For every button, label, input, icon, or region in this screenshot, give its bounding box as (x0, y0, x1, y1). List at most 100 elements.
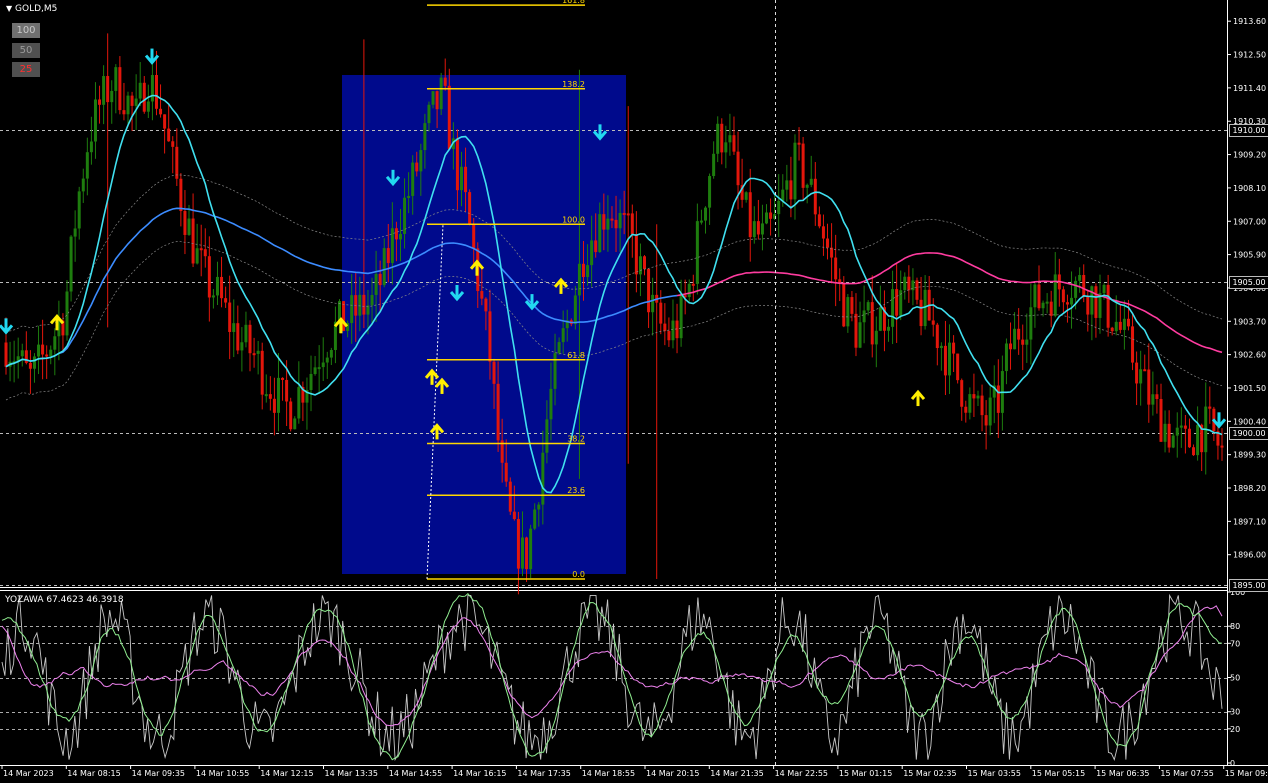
price-bar-body (203, 249, 207, 257)
price-bar-body (744, 192, 748, 200)
price-tick-label: 1913.60 (1233, 17, 1266, 26)
osc-tick-label: 70 (1230, 639, 1240, 648)
price-bar-body (712, 153, 716, 177)
price-bar-body (232, 323, 236, 332)
fib-label: 161.8 (562, 0, 585, 5)
price-bar-body (793, 142, 797, 200)
fibonacci-box[interactable] (342, 75, 626, 574)
price-bar-body (264, 394, 268, 397)
osc-tick-label: 50 (1230, 674, 1240, 683)
price-bar-body (769, 212, 773, 219)
price-bar-body (728, 135, 732, 143)
fib-label: 100.0 (562, 215, 585, 224)
price-bar-body (260, 350, 264, 395)
price-bar-body (687, 283, 691, 298)
price-bar-body (1139, 369, 1143, 384)
price-bar-body (297, 387, 301, 419)
price-bar-body (952, 342, 956, 354)
level-button-50[interactable]: 50 (12, 43, 40, 58)
price-bar-body (939, 345, 943, 349)
price-tick-label: 1908.10 (1233, 184, 1266, 193)
fib-label: 0.0 (572, 570, 585, 579)
price-bar-body (394, 228, 398, 240)
price-bar-body (537, 504, 541, 510)
price-bar-body (626, 213, 630, 216)
triangle-down-icon[interactable]: ▼ (6, 4, 12, 13)
price-bar-body (919, 299, 923, 327)
price-bar-body (122, 110, 126, 115)
price-bar-body (81, 178, 85, 192)
price-tick-label: 1900.40 (1233, 417, 1266, 426)
price-bar-body (224, 298, 228, 303)
price-bar-body (53, 336, 57, 350)
price-bar-body (834, 257, 838, 280)
symbol-title[interactable]: ▼ GOLD,M5 (6, 3, 57, 15)
price-bar-body (183, 211, 187, 235)
price-bar-body (671, 320, 675, 341)
price-bar-body (276, 377, 280, 413)
price-bar-body (972, 394, 976, 399)
price-bar-body (878, 307, 882, 331)
price-bar-body (866, 302, 870, 311)
level-button-25[interactable]: 25 (12, 62, 40, 77)
price-bar-body (69, 236, 73, 292)
fib-label: 23.6 (567, 486, 585, 495)
price-bar-body (459, 166, 463, 191)
price-bar-body (1131, 326, 1135, 363)
time-tick-label: 14 Mar 21:35 (710, 769, 763, 778)
price-bar-body (1163, 423, 1167, 442)
price-bar-body (102, 76, 106, 105)
chart-canvas[interactable]: 0.0 23.6 38.2 61.8 100.0 138.2 161.8 1913.60 19… (0, 0, 1268, 779)
price-bar-body (114, 67, 118, 91)
price-bar-body (191, 218, 195, 264)
price-bar-body (809, 178, 813, 185)
price-tick-label: 1912.50 (1233, 51, 1266, 60)
price-bar-body (813, 178, 817, 215)
price-bar-body (455, 138, 459, 191)
price-bar-body (785, 180, 789, 190)
price-bar-body (520, 537, 524, 569)
price-bar-body (781, 189, 785, 201)
price-bar-body (647, 268, 651, 313)
price-bar-body (1082, 274, 1086, 297)
price-bar-body (651, 294, 655, 313)
price-bar-body (134, 98, 138, 106)
price-bar-body (634, 234, 638, 275)
price-bar-body (1061, 289, 1065, 303)
price-bar-body (915, 280, 919, 300)
price-bar-body (378, 273, 382, 286)
price-bar-body (508, 481, 512, 512)
price-bar-body (663, 323, 667, 332)
osc-tick-label: 80 (1230, 622, 1240, 631)
price-bar-body (187, 218, 191, 235)
price-bar-body (606, 218, 610, 230)
price-bar-body (1118, 321, 1122, 330)
price-bar-body (659, 302, 663, 324)
fib-label: 38.2 (567, 434, 585, 443)
price-bar-body (411, 162, 415, 196)
time-tick-label: 15 Mar 02:35 (903, 769, 956, 778)
price-bar-body (240, 342, 244, 351)
level-button-100[interactable]: 100 (12, 23, 40, 38)
price-bar-body (817, 214, 821, 227)
time-tick-label: 15 Mar 09:15 (1225, 769, 1268, 778)
price-bar-body (195, 248, 199, 264)
price-bar-body (488, 311, 492, 362)
price-bar-body (1025, 339, 1029, 345)
time-tick-label: 14 Mar 16:15 (453, 769, 506, 778)
price-bar-body (220, 276, 224, 299)
fib-label: 61.8 (567, 351, 585, 360)
price-bar-body (1135, 362, 1139, 384)
price-bar-body (106, 76, 110, 103)
trading-chart-window[interactable]: 0.0 23.6 38.2 61.8 100.0 138.2 161.8 1913.60 19… (0, 0, 1268, 779)
price-bar-body (931, 320, 935, 325)
price-bar-body (643, 256, 647, 269)
price-bar-body (1017, 328, 1021, 340)
osc-tick-label: 0 (1230, 759, 1235, 768)
price-bar-body (1078, 274, 1082, 281)
price-bar-body (907, 276, 911, 291)
time-tick-label: 15 Mar 01:15 (839, 769, 892, 778)
price-bar-body (590, 240, 594, 266)
time-tick-label: 14 Mar 14:55 (389, 769, 442, 778)
price-bar-body (610, 218, 614, 221)
